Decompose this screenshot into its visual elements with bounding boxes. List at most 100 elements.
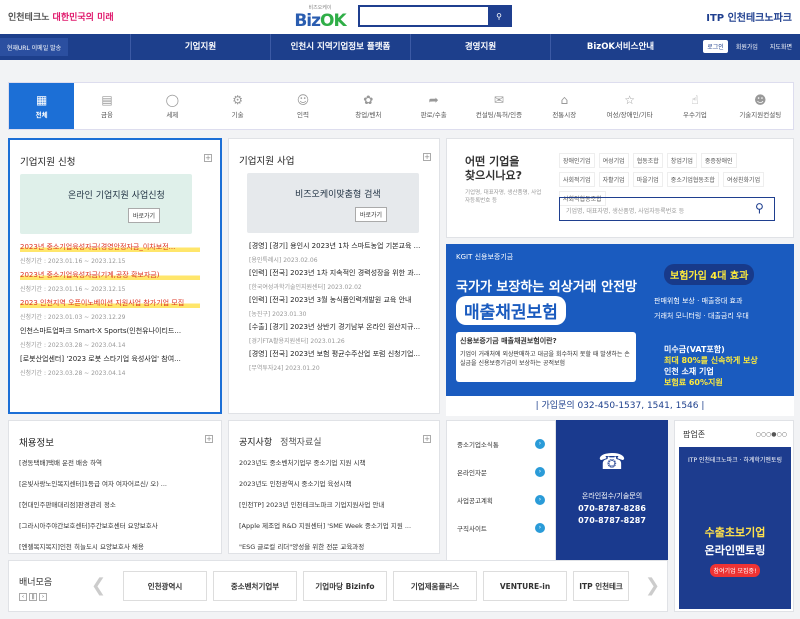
list-item[interactable]: 2023년 중소기업육성자금(기계,공장 확보자금) 신청기간 : 2023.01… [20, 270, 200, 294]
arrow-icon: › [535, 439, 545, 449]
list-item[interactable]: [경영] [경기] 용인시 2023년 1차 스마트농업 기본교육 ... [용인… [249, 241, 429, 264]
banner-logo[interactable]: 인천광역시 [123, 571, 207, 601]
tag[interactable]: 사회적기업 [559, 172, 595, 187]
url-email-button[interactable]: 현재URL 이메일 발송 [0, 38, 68, 56]
tag[interactable]: 창업기업 [666, 153, 697, 168]
category-tech-consult[interactable]: ☻ 기술지원컨설팅 [728, 83, 793, 129]
list-item[interactable]: [경동택배]택배 운전 배송 하역 [19, 457, 167, 467]
go-button[interactable]: 바로가기 [355, 207, 388, 222]
search-hint: 기업명, 대표자명, 생산품명, 사업자등록번호 등 [465, 190, 542, 204]
more-button[interactable]: + [423, 435, 431, 443]
search-icon[interactable]: ⚲ [755, 201, 764, 215]
itp-logo[interactable]: ITP 인천테크노파크 [706, 9, 792, 24]
list-item[interactable]: 2023 인천지역 오픈이노베이션 지원사업 참가기업 모집 신청기간 : 202… [20, 298, 200, 322]
list-item[interactable]: [은빛사랑노인복지센터]1등급 여자 여자어르신/ 오) ... [19, 478, 167, 488]
signup-button[interactable]: 회원가입 [732, 40, 762, 53]
category-women[interactable]: ☆ 여성/장애인/기타 [597, 83, 662, 129]
prev-arrow-icon[interactable]: ❮ [91, 575, 106, 596]
next-arrow-icon[interactable]: ❯ [645, 575, 660, 596]
prev-icon[interactable]: ‹ [19, 593, 27, 601]
tag[interactable]: 중증장애인 [700, 153, 737, 168]
nav-item-management[interactable]: 경영지원 [410, 34, 550, 60]
banner-logo[interactable]: 기업마당 Bizinfo [303, 571, 387, 601]
nav-item-support[interactable]: 기업지원 [130, 34, 270, 60]
nav-item-platform[interactable]: 인천시 지역기업정보 플랫폼 [270, 34, 410, 60]
category-tax[interactable]: ◯ 세제 [140, 83, 205, 129]
more-button[interactable]: + [205, 435, 213, 443]
tab-notice[interactable]: 공지사항 [239, 438, 272, 448]
list-item[interactable]: 2023년도 중소벤처기업부 중소기업 지원 시책 [239, 457, 411, 467]
list-item[interactable]: "ESG 글로컬 리더"양성을 위한 전문 교육과정 [239, 541, 411, 551]
coin-icon: ◯ [165, 93, 180, 107]
category-finance[interactable]: ▤ 금융 [74, 83, 139, 129]
list-item[interactable]: 인천스마트업파크 Smart-X Sports(인천유나이티드... 신청기간 :… [20, 326, 200, 350]
more-button[interactable]: + [204, 154, 212, 162]
main-nav: 현재URL 이메일 발송 기업지원 인천시 지역기업정보 플랫폼 경영지원 Bi… [0, 34, 800, 60]
list-item[interactable]: [그라시아주야간보호센터]주간보호센터 요양보호사 [19, 520, 167, 530]
list-item[interactable]: 2023년도 인천광역시 중소기업 육성시책 [239, 478, 411, 488]
panel-title: 배너모음 [19, 578, 53, 588]
tag[interactable]: 여성기업 [598, 153, 629, 168]
company-search-input[interactable]: 기업명, 대표자명, 생산품명, 사업자등록번호 등 [559, 197, 775, 221]
tag[interactable]: 마을기업 [632, 172, 663, 187]
category-consulting[interactable]: ✉ 컨설팅/특허/인증 [466, 83, 531, 129]
map-button[interactable]: 지도화면 [766, 40, 796, 53]
store-icon: ⌂ [560, 93, 569, 107]
custom-search-banner[interactable]: 비즈오케이맞춤형 검색 바로가기 [247, 173, 419, 233]
category-market[interactable]: ⌂ 전통시장 [532, 83, 597, 129]
next-icon[interactable]: › [39, 593, 47, 601]
tag[interactable]: 자활기업 [598, 172, 629, 187]
category-tech[interactable]: ⚙ 기술 [205, 83, 270, 129]
category-all[interactable]: ▦ 전체 [9, 83, 75, 129]
list-item[interactable]: [로봇산업센터] '2023 로봇 스타기업 육성사업' 참여... 신청기간 :… [20, 354, 200, 378]
insurance-ad-banner[interactable]: KGIT 신용보증기금 국가가 보장하는 외상거래 안전망 매출채권보험 신용보… [446, 244, 794, 396]
list-item[interactable]: [인천TP] 2023년 인천테크노파크 기업지원사업 안내 [239, 499, 411, 509]
category-export[interactable]: ➦ 판로/수출 [401, 83, 466, 129]
banner-logo[interactable]: VENTURE-in [483, 571, 567, 601]
link-item[interactable]: 구직사이트 › [457, 523, 545, 533]
more-button[interactable]: + [423, 153, 431, 161]
link-item[interactable]: 중소기업소식통 › [457, 439, 545, 449]
tag[interactable]: 협동조합 [632, 153, 663, 168]
list-item[interactable]: [인력] [전국] 2023년 1차 지속적인 경력성장을 위한 과... [한국… [249, 268, 429, 291]
list-item[interactable]: [엔젤복지복지]인천 히늘도시 요양보호사 채용 [19, 541, 167, 551]
tab-policy[interactable]: 정책자료실 [280, 438, 321, 448]
list-item[interactable]: [현대인주판매대리점]판경관리 정소 [19, 499, 167, 509]
banner-logo[interactable]: 기업제움플러스 [393, 571, 477, 601]
go-button[interactable]: 바로가기 [128, 208, 161, 223]
popup-banner[interactable]: ITP 인천테크노파크 · 하계학기멘토링 수출초보기업 온라인멘토링 참여기업… [679, 447, 791, 609]
arrow-icon: ➦ [428, 93, 439, 107]
tag[interactable]: 여성친화기업 [722, 172, 765, 187]
category-hr[interactable]: ☺ 인력 [270, 83, 335, 129]
panel-title: 기업지원 사업 [239, 156, 295, 167]
banner-logo[interactable]: 중소벤처기업부 [213, 571, 297, 601]
login-button[interactable]: 로그인 [703, 40, 728, 53]
thumb-icon: ☝ [691, 93, 699, 107]
bizok-logo[interactable]: 비즈오케이 BizOK [290, 4, 350, 31]
link-item[interactable]: 온라인자문 › [457, 467, 545, 477]
list-item[interactable]: 2023년 중소기업육성자금(경영안정자금_이차보전... 신청기간 : 2023… [20, 242, 200, 266]
pause-icon[interactable]: || [29, 593, 37, 601]
list-item[interactable]: [인력] [전국] 2023년 3월 농식품인력개발원 교육 안내 [농진구] 2… [249, 295, 429, 318]
gear-icon: ⚙ [232, 93, 244, 107]
search-icon[interactable]: ⚲ [488, 7, 510, 25]
list-item[interactable]: [경영] [전국] 2023년 보험 평균수주산업 포럼 신청기업... [무역투… [249, 349, 429, 372]
link-item[interactable]: 사업공고계획 › [457, 495, 545, 505]
search-input[interactable]: ⚲ [358, 5, 512, 27]
online-apply-banner[interactable]: 온라인 기업지원 사업신청 바로가기 [20, 174, 192, 234]
site-logo[interactable]: 인천테크노 대한민국의 미래 [8, 10, 114, 23]
arrow-icon: › [535, 467, 545, 477]
nav-item-service[interactable]: BizOK서비스안내 [550, 34, 690, 60]
chart-icon: ▤ [101, 93, 113, 107]
chat-icon: ✉ [493, 93, 504, 107]
list-item[interactable]: [수출] [경기] 2023년 상반기 경기남부 온라인 원산지규... [경기F… [249, 322, 429, 345]
category-excellent[interactable]: ☝ 우수기업 [662, 83, 727, 129]
list-item[interactable]: [Apple 제조업 R&D 지원센터] 'SME Week 중소기업 지원 .… [239, 520, 411, 530]
header: 인천테크노 대한민국의 미래 비즈오케이 BizOK ⚲ ITP 인천테크노파크 [0, 0, 800, 34]
carousel-dots[interactable]: ○○○●○○ [756, 431, 787, 438]
tag[interactable]: 장애인기업 [559, 153, 595, 168]
tag[interactable]: 중소기업협동조합 [666, 172, 719, 187]
category-startup[interactable]: ✿ 창업/벤처 [336, 83, 401, 129]
contact-bar: | 가입문의 032-450-1537, 1541, 1546 | [446, 396, 794, 416]
banner-logo[interactable]: ITP 인천테크 [573, 571, 629, 601]
